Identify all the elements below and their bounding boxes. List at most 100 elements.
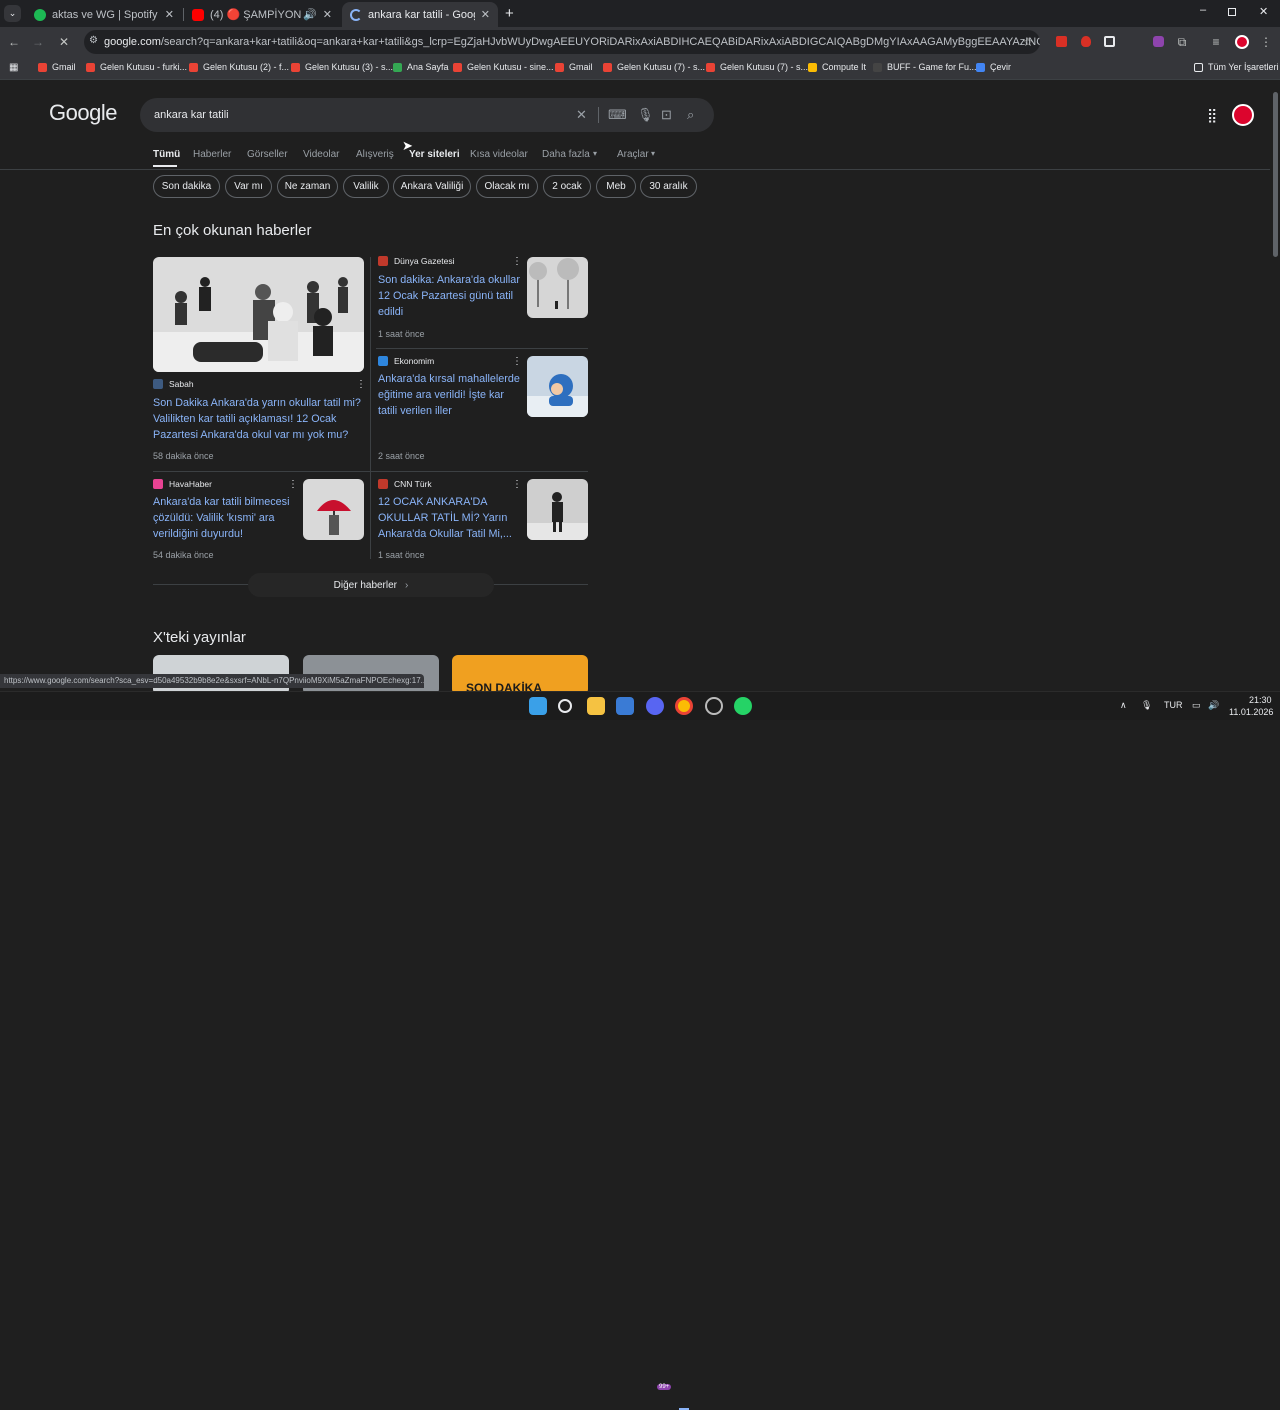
- tab-places[interactable]: Yer siteleri: [409, 149, 460, 160]
- news-source[interactable]: Sabah: [153, 379, 194, 389]
- news-source[interactable]: Dünya Gazetesi: [378, 256, 454, 266]
- account-avatar[interactable]: [1232, 104, 1254, 126]
- extension-icon[interactable]: [1056, 36, 1067, 47]
- news-title[interactable]: Son Dakika Ankara'da yarın okullar tatil…: [153, 395, 365, 443]
- microphone-icon[interactable]: 🎙: [1141, 700, 1152, 711]
- news-title[interactable]: Ankara'da kar tatili bilmecesi çözüldü: …: [153, 494, 296, 542]
- more-options-icon[interactable]: ⋮: [512, 356, 522, 367]
- site-info-icon[interactable]: ⚙: [89, 35, 98, 46]
- refinement-chip[interactable]: Ne zaman: [277, 175, 338, 198]
- bookmark-item[interactable]: Gelen Kutusu - furki...: [86, 62, 187, 72]
- clear-icon[interactable]: ✕: [576, 108, 587, 122]
- more-options-icon[interactable]: ⋮: [356, 379, 366, 390]
- clock-date[interactable]: 11.01.2026: [1229, 707, 1273, 717]
- news-source[interactable]: HavaHaber: [153, 479, 212, 489]
- refinement-chip[interactable]: Var mı: [225, 175, 272, 198]
- bookmark-item[interactable]: Gelen Kutusu - sine...: [453, 62, 554, 72]
- profile-avatar[interactable]: [1235, 35, 1249, 49]
- bookmark-item[interactable]: Gelen Kutusu (7) - s...: [603, 62, 705, 72]
- close-tab-icon[interactable]: ✕: [323, 8, 332, 21]
- restore-button[interactable]: [1228, 8, 1236, 16]
- back-icon[interactable]: ←: [6, 35, 22, 49]
- refinement-chip[interactable]: Son dakika: [153, 175, 220, 198]
- search-icon[interactable]: ⌕: [687, 108, 694, 122]
- speaker-icon[interactable]: 🔊: [303, 8, 317, 21]
- app-icon[interactable]: [705, 697, 723, 715]
- bookmark-item[interactable]: Gelen Kutusu (7) - s...: [706, 62, 808, 72]
- monitor-icon[interactable]: ▭: [1192, 700, 1201, 711]
- bookmark-item[interactable]: Compute It: [808, 62, 866, 72]
- tab-images[interactable]: Görseller: [247, 149, 288, 160]
- news-thumbnail[interactable]: [303, 479, 364, 540]
- extension-icon[interactable]: [1104, 36, 1115, 47]
- bookmark-item[interactable]: Gmail: [555, 62, 593, 72]
- bookmark-item[interactable]: Gmail: [38, 62, 76, 72]
- all-bookmarks-button[interactable]: Tüm Yer İşaretleri: [1194, 62, 1279, 72]
- close-tab-icon[interactable]: ✕: [165, 8, 174, 21]
- tab-youtube[interactable]: (4) 🔴 ŞAMPİYON BELLİ OL 🔊 ✕: [184, 2, 340, 27]
- clock-time[interactable]: 21:30: [1249, 695, 1272, 705]
- search-icon[interactable]: [558, 699, 572, 713]
- bookmark-item[interactable]: BUFF - Game for Fu...: [873, 62, 977, 72]
- tab-tools[interactable]: Araçlar: [617, 149, 649, 160]
- news-source[interactable]: CNN Türk: [378, 479, 432, 489]
- more-options-icon[interactable]: ⋮: [288, 479, 298, 490]
- discord-icon[interactable]: [646, 697, 664, 715]
- tab-google-search[interactable]: ankara kar tatili - Google'da Ara ✕: [342, 2, 498, 27]
- forward-icon[interactable]: →: [30, 35, 46, 49]
- keyboard-icon[interactable]: ⌨: [608, 108, 627, 122]
- news-image[interactable]: [153, 257, 364, 372]
- windows-start-icon[interactable]: [529, 697, 547, 715]
- refinement-chip[interactable]: Olacak mı: [476, 175, 538, 198]
- tab-short-videos[interactable]: Kısa videolar: [470, 149, 528, 160]
- news-thumbnail[interactable]: [527, 479, 588, 540]
- extensions-puzzle-icon[interactable]: ⧉: [1174, 35, 1190, 49]
- whatsapp-icon[interactable]: [734, 697, 752, 715]
- browser-menu-icon[interactable]: ⋮: [1258, 35, 1274, 49]
- news-title[interactable]: 12 OCAK ANKARA'DA OKULLAR TATİL Mİ? Yarı…: [378, 494, 521, 542]
- chevron-up-icon[interactable]: ∧: [1120, 700, 1127, 711]
- more-options-icon[interactable]: ⋮: [512, 256, 522, 267]
- stop-loading-icon[interactable]: ✕: [56, 35, 72, 49]
- media-control-icon[interactable]: ≡: [1208, 35, 1224, 49]
- extension-icon[interactable]: [1153, 36, 1164, 47]
- chrome-icon[interactable]: [675, 697, 693, 715]
- tab-more[interactable]: Daha fazla: [542, 149, 590, 160]
- tab-spotify[interactable]: aktas ve WG | Spotify Playlist ✕: [26, 2, 182, 27]
- refinement-chip[interactable]: Meb: [596, 175, 636, 198]
- x-post-card[interactable]: SON DAKİKA: [452, 655, 588, 691]
- tab-videos[interactable]: Videolar: [303, 149, 340, 160]
- file-explorer-icon[interactable]: [587, 697, 605, 715]
- volume-icon[interactable]: 🔊: [1208, 700, 1219, 711]
- tab-shopping[interactable]: Alışveriş: [356, 149, 394, 160]
- news-title[interactable]: Son dakika: Ankara'da okullar 12 Ocak Pa…: [378, 272, 521, 320]
- bookmark-item[interactable]: Gelen Kutusu (3) - s...: [291, 62, 393, 72]
- news-title[interactable]: Ankara'da kırsal mahallelerde eğitime ar…: [378, 371, 521, 419]
- refinement-chip[interactable]: Valilik: [343, 175, 389, 198]
- microphone-icon[interactable]: 🎙: [637, 108, 654, 122]
- news-thumbnail[interactable]: [527, 356, 588, 417]
- apps-grid-icon[interactable]: ▦: [9, 62, 18, 73]
- new-tab-button[interactable]: +: [505, 5, 514, 22]
- tab-all[interactable]: Tümü: [153, 149, 180, 160]
- minimize-button[interactable]: –: [1200, 4, 1206, 16]
- more-options-icon[interactable]: ⋮: [512, 479, 522, 490]
- extension-icon[interactable]: [1081, 36, 1091, 47]
- language-indicator[interactable]: TUR: [1164, 700, 1183, 710]
- search-input[interactable]: ankara kar tatili ✕ ⌨ 🎙 ⊡ ⌕: [140, 98, 714, 132]
- tab-search-icon[interactable]: ⌄: [4, 5, 21, 22]
- google-apps-icon[interactable]: ⣿: [1207, 107, 1217, 124]
- more-news-button[interactable]: Diğer haberler ›: [248, 573, 494, 597]
- bookmark-item[interactable]: Gelen Kutusu (2) - f...: [189, 62, 289, 72]
- bookmark-item[interactable]: Ana Sayfa: [393, 62, 449, 72]
- bookmark-item[interactable]: Çevir: [976, 62, 1011, 72]
- refinement-chip[interactable]: 30 aralık: [640, 175, 697, 198]
- close-tab-icon[interactable]: ✕: [481, 8, 490, 21]
- scrollbar-thumb[interactable]: [1273, 92, 1278, 257]
- close-window-button[interactable]: ✕: [1259, 5, 1268, 18]
- tab-news[interactable]: Haberler: [193, 149, 231, 160]
- refinement-chip[interactable]: Ankara Valiliği: [393, 175, 471, 198]
- news-source[interactable]: Ekonomim: [378, 356, 434, 366]
- bookmark-star-icon[interactable]: ☆: [1020, 35, 1036, 49]
- google-logo[interactable]: Google: [49, 100, 117, 126]
